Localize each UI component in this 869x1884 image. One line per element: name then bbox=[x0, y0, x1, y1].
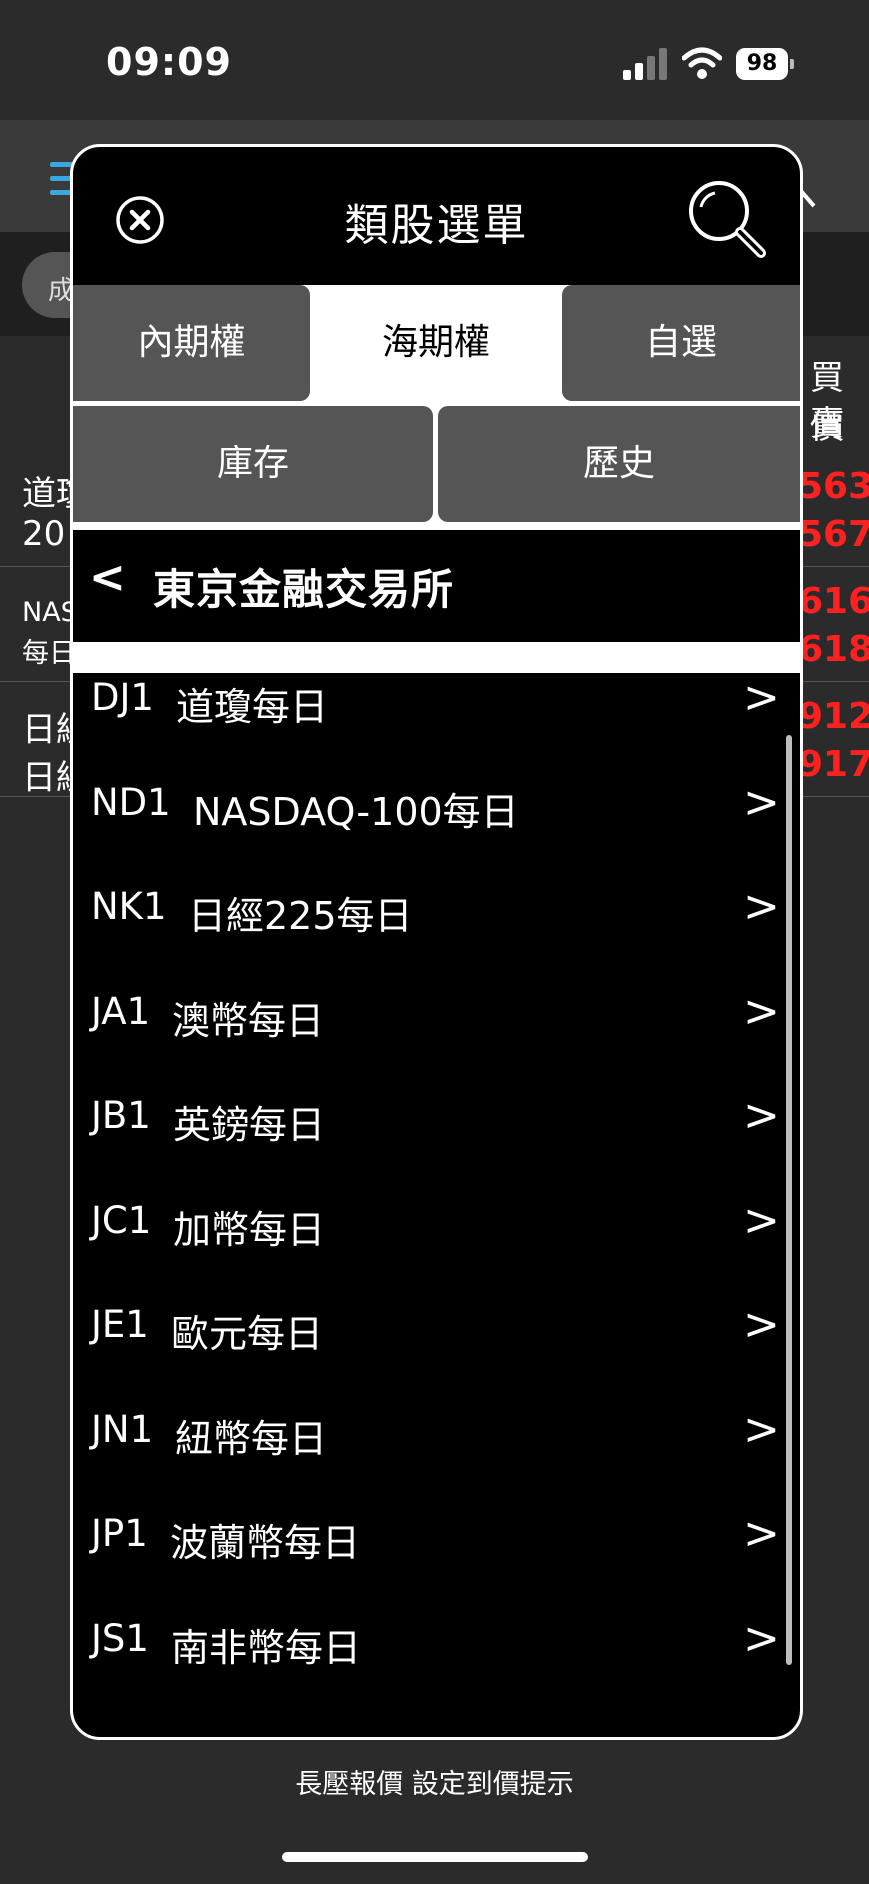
contract-code: JB1 bbox=[91, 1094, 151, 1137]
wifi-icon bbox=[682, 47, 722, 79]
tab-history[interactable]: 歷史 bbox=[438, 406, 800, 522]
contract-label: NASDAQ-100每日 bbox=[193, 789, 519, 834]
contract-code: JE1 bbox=[91, 1303, 149, 1346]
contract-label: 南非幣每日 bbox=[171, 1625, 362, 1670]
battery-level: 98 bbox=[736, 48, 788, 80]
list-item[interactable]: JE1 歐元每日 > bbox=[73, 1275, 783, 1379]
chevron-right-icon: > bbox=[743, 1508, 780, 1559]
signal-icon bbox=[623, 48, 667, 80]
contract-label: 紐幣每日 bbox=[175, 1416, 328, 1461]
list-item[interactable]: JB1 英鎊每日 > bbox=[73, 1066, 783, 1170]
chevron-right-icon: > bbox=[743, 1299, 780, 1350]
tab-domestic-options[interactable]: 內期權 bbox=[73, 285, 310, 401]
contract-label: 加幣每日 bbox=[173, 1207, 326, 1252]
search-icon[interactable] bbox=[685, 177, 769, 261]
tab-inventory[interactable]: 庫存 bbox=[73, 406, 433, 522]
category-menu-modal: 類股選單 內期權 海期權 自選 庫存 歷史 < 東京金融交易所 DJ1 道瓊每日 >… bbox=[70, 144, 803, 1740]
contract-code: DJ1 bbox=[91, 676, 154, 719]
status-bar: 09:09 98 bbox=[0, 0, 869, 120]
contract-label: 道瓊每日 bbox=[176, 685, 329, 729]
contract-label: 歐元每日 bbox=[171, 1312, 324, 1356]
contract-code: JC1 bbox=[91, 1198, 152, 1242]
chevron-right-icon: > bbox=[743, 1403, 780, 1455]
contract-code: ND1 bbox=[91, 780, 171, 824]
status-time: 09:09 bbox=[106, 40, 232, 84]
chevron-right-icon: > bbox=[743, 1090, 780, 1141]
tab-overseas-options[interactable]: 海期權 bbox=[315, 285, 557, 401]
list-item[interactable]: JA1 澳幣每日 > bbox=[73, 962, 783, 1066]
exchange-title: 東京金融交易所 bbox=[153, 565, 455, 614]
contract-code: JN1 bbox=[91, 1407, 154, 1451]
contract-label: 英鎊每日 bbox=[173, 1103, 326, 1147]
chevron-right-icon: > bbox=[743, 1612, 780, 1664]
list-item[interactable]: JC1 加幣每日 > bbox=[73, 1171, 783, 1275]
contract-label: 日經225每日 bbox=[188, 894, 413, 938]
home-indicator[interactable] bbox=[282, 1852, 588, 1862]
chevron-right-icon: > bbox=[743, 1194, 780, 1246]
tab-watchlist[interactable]: 自選 bbox=[562, 285, 800, 401]
bottom-hint: 長壓報價 設定到價提示 bbox=[295, 1769, 574, 1800]
contract-label: 波蘭幣每日 bbox=[170, 1521, 361, 1565]
chevron-right-icon: > bbox=[743, 672, 780, 723]
modal-header: 類股選單 bbox=[73, 147, 800, 285]
list-item[interactable]: JS1 南非幣每日 > bbox=[73, 1589, 783, 1693]
battery-icon: 98 bbox=[736, 48, 794, 80]
contract-label: 澳幣每日 bbox=[172, 998, 325, 1043]
list-item[interactable]: DJ1 道瓊每日 > bbox=[73, 648, 783, 752]
breadcrumb[interactable]: < 東京金融交易所 bbox=[73, 530, 800, 646]
scrollbar[interactable] bbox=[786, 735, 792, 1665]
list-item[interactable]: JN1 紐幣每日 > bbox=[73, 1380, 783, 1484]
chevron-right-icon: > bbox=[743, 881, 780, 932]
list-item[interactable]: JP1 波蘭幣每日 > bbox=[73, 1484, 783, 1588]
chevron-right-icon: > bbox=[743, 985, 780, 1037]
contract-code: JP1 bbox=[91, 1512, 148, 1555]
contract-list: DJ1 道瓊每日 > ND1 NASDAQ-100每日 > NK1 日經225每日 > JA1 澳幣… bbox=[73, 648, 800, 1737]
list-item[interactable]: NK1 日經225每日 > bbox=[73, 857, 783, 961]
back-icon[interactable]: < bbox=[89, 552, 126, 603]
contract-code: NK1 bbox=[91, 885, 167, 928]
chevron-right-icon: > bbox=[743, 776, 780, 828]
contract-code: JS1 bbox=[91, 1616, 149, 1660]
contract-code: JA1 bbox=[91, 989, 151, 1033]
list-item[interactable]: ND1 NASDAQ-100每日 > bbox=[73, 753, 783, 857]
